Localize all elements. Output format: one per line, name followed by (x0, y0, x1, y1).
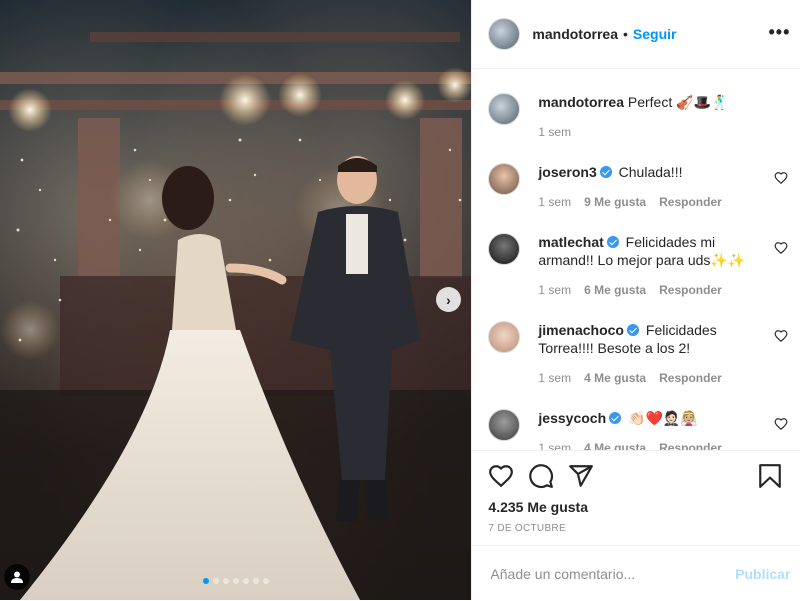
comment-likes[interactable]: 4 Me gusta (584, 439, 646, 450)
comment-icon[interactable] (528, 463, 554, 489)
comment-body: joseron3 Chulada!!! 1 sem 9 Me gusta Res… (538, 163, 773, 211)
likes-count[interactable]: 4.235 Me gusta (488, 499, 588, 515)
comment-likes[interactable]: 9 Me gusta (584, 193, 646, 211)
author-avatar[interactable] (488, 18, 521, 50)
follow-button[interactable]: Seguir (633, 26, 677, 42)
heart-icon[interactable] (774, 241, 788, 255)
instagram-post: › mandotorrea • Seguir ••• mandotorrea P… (0, 0, 800, 600)
post-caption: mandotorrea Perfect 🎻🎩🕺 1 sem (488, 93, 788, 141)
comment-time[interactable]: 1 sem (538, 439, 571, 450)
caption-text: Perfect 🎻🎩🕺 (627, 94, 729, 110)
caption-body: mandotorrea Perfect 🎻🎩🕺 1 sem (538, 93, 773, 141)
share-icon[interactable] (568, 463, 594, 489)
comment-item: matlechat Felicidades mi armand!! Lo mej… (488, 233, 788, 299)
header-separator: • (622, 26, 628, 42)
post-side-panel: mandotorrea • Seguir ••• mandotorrea Per… (471, 0, 800, 600)
heart-icon[interactable] (774, 329, 788, 343)
comment-username[interactable]: jessycoch (538, 410, 606, 426)
reply-button[interactable]: Responder (659, 193, 722, 211)
comment-likes[interactable]: 4 Me gusta (584, 369, 646, 387)
verified-icon (627, 324, 639, 336)
comment-item: jessycoch 👏🏻❤️🤵🏻👰🏼 1 sem 4 Me gusta Resp… (488, 409, 788, 450)
comment-input[interactable] (488, 564, 723, 583)
chevron-right-icon: › (446, 291, 451, 308)
reply-button[interactable]: Responder (659, 369, 722, 387)
comment-time[interactable]: 1 sem (538, 193, 571, 211)
comment-item: jimenachoco Felicidades Torrea!!!! Besot… (488, 321, 788, 387)
carousel-dot (253, 578, 259, 584)
carousel-dot (243, 578, 249, 584)
comment-time[interactable]: 1 sem (538, 281, 571, 299)
comment-avatar[interactable] (488, 321, 521, 353)
heart-icon[interactable] (774, 417, 788, 431)
comment-avatar[interactable] (488, 409, 521, 441)
caption-meta: 1 sem (538, 123, 773, 141)
wedding-photo-illustration (0, 32, 472, 600)
heart-icon[interactable] (774, 171, 788, 185)
comment-meta: 1 sem 9 Me gusta Responder (538, 193, 773, 211)
comment-likes[interactable]: 6 Me gusta (584, 281, 646, 299)
comment-body: jessycoch 👏🏻❤️🤵🏻👰🏼 1 sem 4 Me gusta Resp… (538, 409, 773, 450)
comment-body: jimenachoco Felicidades Torrea!!!! Besot… (538, 321, 773, 387)
publish-button[interactable]: Publicar (735, 566, 790, 582)
comment-username[interactable]: jimenachoco (538, 322, 624, 338)
carousel-dot (223, 578, 229, 584)
caption-avatar[interactable] (488, 93, 521, 125)
verified-icon (609, 412, 622, 424)
add-comment-bar: Publicar (472, 545, 800, 601)
comment-username[interactable]: matlechat (538, 234, 603, 250)
carousel-dot (233, 578, 239, 584)
carousel-next-button[interactable]: › (436, 287, 461, 312)
post-header: mandotorrea • Seguir ••• (472, 0, 800, 69)
comment-item: joseron3 Chulada!!! 1 sem 9 Me gusta Res… (488, 163, 788, 211)
user-tag-button[interactable] (4, 564, 30, 590)
comment-body: matlechat Felicidades mi armand!! Lo mej… (538, 233, 773, 299)
comment-text: Chulada!!! (618, 164, 683, 180)
author-username[interactable]: mandotorrea (532, 26, 618, 42)
reply-button[interactable]: Responder (659, 281, 722, 299)
comment-text: 👏🏻❤️🤵🏻👰🏼 (628, 410, 698, 426)
caption-username[interactable]: mandotorrea (538, 94, 624, 110)
comment-avatar[interactable] (488, 163, 521, 195)
bookmark-icon[interactable] (758, 463, 782, 489)
carousel-dot (203, 578, 209, 584)
comment-meta: 1 sem 4 Me gusta Responder (538, 369, 773, 387)
carousel-dot (213, 578, 219, 584)
comment-meta: 1 sem 6 Me gusta Responder (538, 281, 773, 299)
more-options-icon[interactable]: ••• (769, 22, 791, 43)
caption-time[interactable]: 1 sem (538, 123, 571, 141)
post-actions: 4.235 Me gusta 7 DE OCTUBRE (472, 450, 800, 546)
comment-username[interactable]: joseron3 (538, 164, 596, 180)
post-photo[interactable]: › (0, 0, 472, 600)
reply-button[interactable]: Responder (659, 439, 722, 450)
carousel-indicator (0, 578, 471, 584)
verified-icon (606, 236, 619, 248)
comment-avatar[interactable] (488, 233, 521, 265)
comments-list[interactable]: mandotorrea Perfect 🎻🎩🕺 1 sem joseron3 C… (472, 69, 800, 450)
carousel-dot (263, 578, 269, 584)
comment-meta: 1 sem 4 Me gusta Responder (538, 439, 773, 450)
comment-time[interactable]: 1 sem (538, 369, 571, 387)
heart-icon[interactable] (488, 463, 514, 489)
post-date[interactable]: 7 DE OCTUBRE (488, 523, 566, 534)
verified-icon (599, 166, 612, 178)
